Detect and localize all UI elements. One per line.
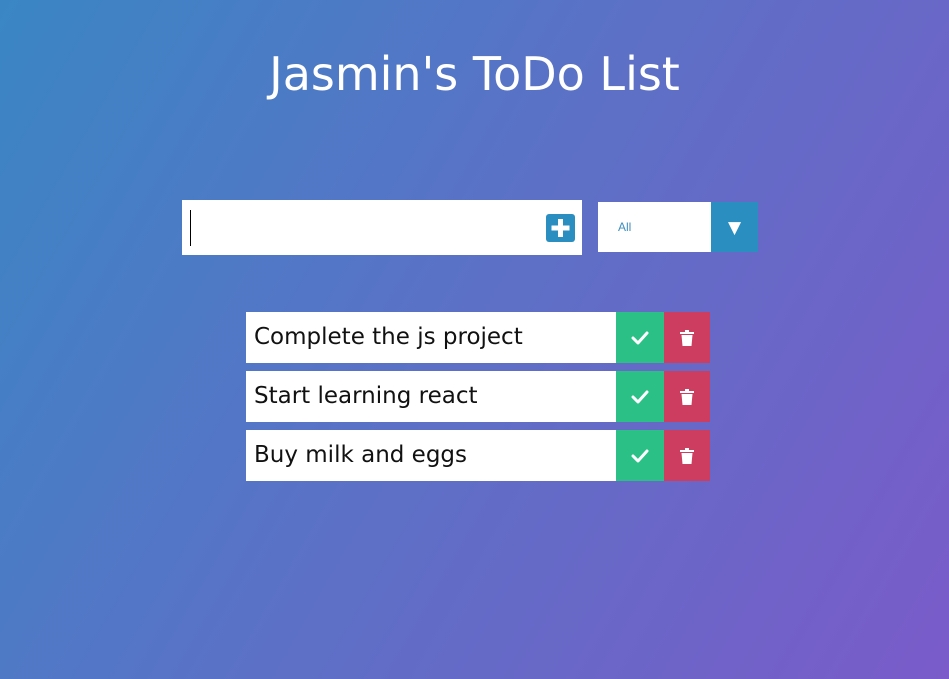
delete-button[interactable] (664, 430, 710, 481)
complete-button[interactable] (616, 430, 664, 481)
complete-button[interactable] (616, 312, 664, 363)
trash-icon (680, 388, 694, 405)
todo-text: Start learning react (254, 383, 478, 409)
todo-input-container (182, 200, 582, 255)
check-icon (631, 390, 649, 403)
todo-item: Buy milk and eggs (246, 430, 710, 481)
plus-square-icon (551, 219, 570, 237)
check-icon (631, 449, 649, 462)
trash-icon (680, 447, 694, 464)
todo-input[interactable] (190, 210, 530, 245)
todo-item: Complete the js project (246, 312, 710, 363)
triangle-down-icon[interactable]: ▼ (711, 202, 758, 252)
trash-icon (680, 329, 694, 346)
page-title: Jasmin's ToDo List (269, 47, 680, 101)
delete-button[interactable] (664, 371, 710, 422)
complete-button[interactable] (616, 371, 664, 422)
filter-selected-value: All (618, 220, 632, 234)
add-todo-button[interactable] (546, 214, 575, 242)
filter-select[interactable]: All ▼ (598, 202, 758, 252)
todo-text: Buy milk and eggs (254, 442, 468, 468)
delete-button[interactable] (664, 312, 710, 363)
todo-item: Start learning react (246, 371, 710, 422)
check-icon (631, 331, 649, 344)
todo-text: Complete the js project (254, 324, 523, 350)
todo-list: Complete the js project Start learning r… (246, 312, 710, 489)
text-caret (190, 210, 191, 246)
